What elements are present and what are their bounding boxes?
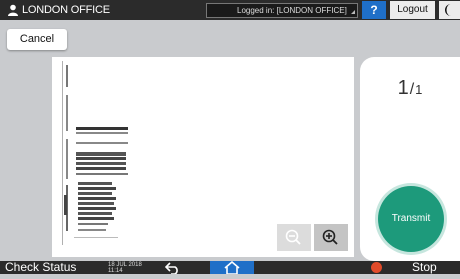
- energy-saver-button[interactable]: [439, 1, 460, 19]
- login-status-text: Logged in: [LONDON OFFICE]: [237, 6, 347, 15]
- stop-icon: [371, 262, 382, 273]
- top-bar: LONDON OFFICE Logged in: [LONDON OFFICE]…: [0, 0, 460, 20]
- stop-button[interactable]: Stop: [412, 260, 437, 275]
- document-preview: [52, 57, 354, 257]
- date-time: 18 JUL 2018 11:14: [108, 262, 142, 274]
- total-pages: 1: [415, 82, 423, 97]
- home-button[interactable]: [210, 260, 254, 275]
- back-icon[interactable]: [165, 262, 181, 274]
- transmit-button[interactable]: Transmit: [378, 186, 444, 252]
- zoom-in-icon: [322, 229, 338, 245]
- check-status-button[interactable]: Check Status: [5, 260, 76, 275]
- login-status[interactable]: Logged in: [LONDON OFFICE]: [206, 3, 358, 18]
- home-icon: [224, 260, 240, 275]
- page-counter: 1/1: [360, 77, 460, 100]
- expand-arrow-icon: [351, 10, 355, 14]
- bottom-bar: Check Status 18 JUL 2018 11:14 Stop: [0, 260, 460, 275]
- zoom-out-button[interactable]: [277, 224, 311, 251]
- help-button[interactable]: ?: [362, 1, 386, 19]
- zoom-in-button[interactable]: [314, 224, 348, 251]
- user-icon: [8, 4, 18, 16]
- zoom-out-icon: [285, 229, 301, 245]
- page-separator: /: [409, 81, 415, 98]
- cancel-button[interactable]: Cancel: [7, 29, 67, 50]
- current-page: 1: [397, 77, 409, 99]
- logout-button[interactable]: Logout: [390, 1, 435, 19]
- time-text: 11:14: [108, 268, 123, 274]
- moon-icon: [445, 4, 451, 16]
- user-name: LONDON OFFICE: [22, 4, 110, 16]
